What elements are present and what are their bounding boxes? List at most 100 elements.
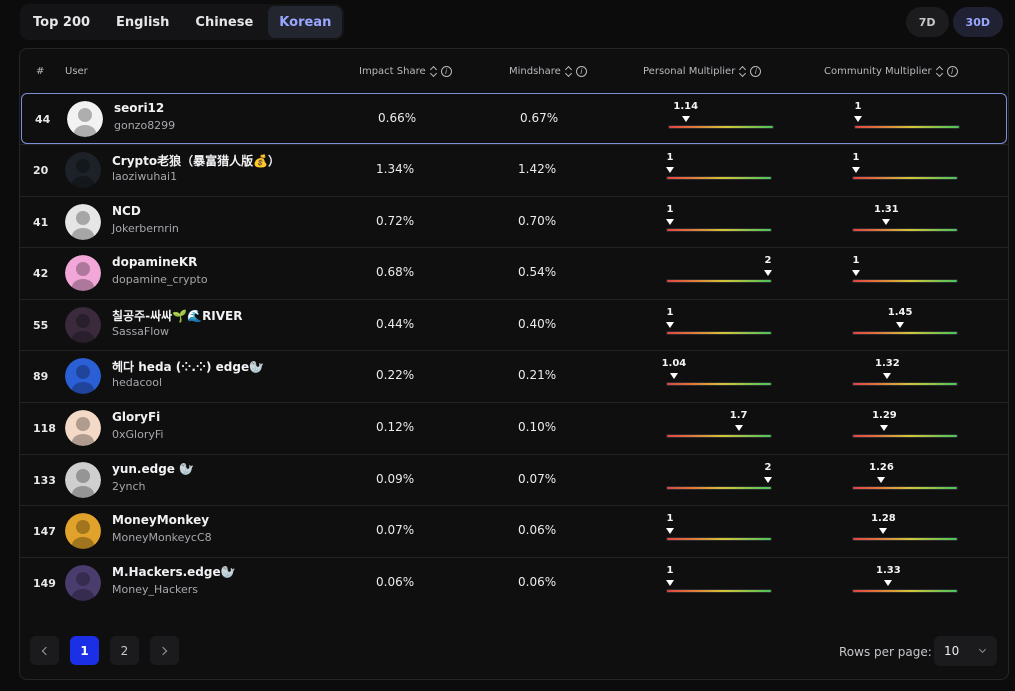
next-page-button[interactable] xyxy=(150,636,179,665)
table-row[interactable]: 42 dopamineKR dopamine_crypto 0.68% 0.54… xyxy=(20,247,1008,299)
period-7d-button[interactable]: 7D xyxy=(905,7,949,37)
avatar[interactable] xyxy=(65,564,101,601)
info-icon[interactable]: i xyxy=(440,66,452,77)
multiplier-bar xyxy=(852,279,958,284)
user-name[interactable]: MoneyMonkey xyxy=(112,513,209,527)
col-mind-header[interactable]: Mindshare i xyxy=(509,66,587,77)
rank-cell: 133 xyxy=(33,473,56,487)
impact-share-cell: 0.72% xyxy=(376,213,415,228)
avatar[interactable] xyxy=(65,461,101,498)
community-multiplier-value: 1 xyxy=(852,152,860,163)
user-name[interactable]: dopamineKR xyxy=(112,255,197,269)
mindshare-cell: 0.70% xyxy=(518,213,557,228)
sort-icon[interactable] xyxy=(739,66,746,77)
user-name[interactable]: 칠공주-싸싸🌱🌊RIVER xyxy=(112,307,243,324)
multiplier-bar xyxy=(852,227,958,232)
sort-icon[interactable] xyxy=(565,66,572,77)
page-1-button[interactable]: 1 xyxy=(70,636,99,665)
sort-icon[interactable] xyxy=(936,66,943,77)
community-multiplier-value: 1.32 xyxy=(875,358,900,370)
impact-share-cell: 0.09% xyxy=(376,471,415,486)
info-icon[interactable]: i xyxy=(750,66,762,77)
marker-icon xyxy=(681,116,690,122)
sort-icon[interactable] xyxy=(430,66,437,77)
mindshare-cell: 0.54% xyxy=(518,265,557,280)
community-multiplier-gauge: 1 xyxy=(852,255,958,289)
personal-multiplier-value: 1.04 xyxy=(661,358,687,370)
table-row[interactable]: 118 GloryFi 0xGloryFi 0.12% 0.10% 1.7 1.… xyxy=(20,401,1008,454)
multiplier-bar xyxy=(666,433,772,438)
user-handle: SassaFlow xyxy=(112,324,170,338)
multiplier-bar xyxy=(666,330,772,335)
rank-cell: 118 xyxy=(33,421,56,435)
table-row[interactable]: 89 헤다 heda (⁘.⁘) edge🦭 hedacool 0.22% 0.… xyxy=(20,350,1008,402)
col-user-label: User xyxy=(65,66,88,77)
table-row[interactable]: 149 M.Hackers.edge🦭 Money_Hackers 0.06% … xyxy=(20,556,1008,609)
table-row[interactable]: 147 MoneyMonkey MoneyMonkeycC8 0.07% 0.0… xyxy=(20,505,1008,557)
col-community-label: Community Multiplier xyxy=(824,66,932,77)
chevron-right-icon xyxy=(158,646,168,655)
marker-icon xyxy=(883,373,892,380)
user-name[interactable]: M.Hackers.edge🦭 xyxy=(112,565,236,579)
marker-icon xyxy=(666,321,674,328)
community-multiplier-gauge: 1 xyxy=(852,152,958,186)
rows-per-page-select[interactable]: 10 xyxy=(934,636,997,666)
col-rank-label: # xyxy=(36,66,45,77)
multiplier-bar xyxy=(666,382,772,387)
marker-icon xyxy=(669,373,678,380)
info-icon[interactable]: i xyxy=(575,66,587,77)
col-personal-label: Personal Multiplier xyxy=(643,66,736,77)
col-community-header[interactable]: Community Multiplier i xyxy=(824,66,958,77)
table-row[interactable]: 20 Crypto老狼（暴富猎人版💰） laoziwuhai1 1.34% 1.… xyxy=(20,144,1008,196)
user-name[interactable]: NCD xyxy=(112,204,141,218)
table-row[interactable]: 44 seori12 gonzo8299 0.66% 0.67% 1.14 1 xyxy=(21,93,1007,144)
tab-top-200[interactable]: Top 200 xyxy=(22,6,101,38)
user-name[interactable]: yun.edge 🦭 xyxy=(112,462,194,476)
user-name[interactable]: 헤다 heda (⁘.⁘) edge🦭 xyxy=(112,358,264,375)
tab-korean[interactable]: Korean xyxy=(268,6,343,38)
period-30d-button[interactable]: 30D xyxy=(952,7,1003,37)
personal-multiplier-value: 1.7 xyxy=(729,409,748,421)
prev-page-button[interactable] xyxy=(30,636,59,665)
avatar[interactable] xyxy=(65,203,101,240)
rank-cell: 55 xyxy=(33,318,49,332)
avatar[interactable] xyxy=(65,255,101,292)
marker-icon xyxy=(666,167,674,173)
impact-share-cell: 0.06% xyxy=(376,574,415,589)
page-2-button[interactable]: 2 xyxy=(110,636,139,665)
tab-chinese[interactable]: Chinese xyxy=(184,6,264,38)
personal-multiplier-gauge: 2 xyxy=(666,255,772,289)
personal-multiplier-value: 1 xyxy=(666,152,674,163)
user-name[interactable]: seori12 xyxy=(114,101,164,115)
col-personal-header[interactable]: Personal Multiplier i xyxy=(643,66,762,77)
avatar[interactable] xyxy=(67,101,103,137)
table-header: # User Impact Share i Mindshare i Personal… xyxy=(20,49,1008,93)
table-row[interactable]: 55 칠공주-싸싸🌱🌊RIVER SassaFlow 0.44% 0.40% 1… xyxy=(20,298,1008,351)
marker-icon xyxy=(764,270,772,277)
multiplier-bar xyxy=(852,330,958,335)
mindshare-cell: 1.42% xyxy=(518,162,557,176)
tab-english[interactable]: English xyxy=(105,6,180,38)
avatar[interactable] xyxy=(65,513,101,550)
info-icon[interactable]: i xyxy=(946,66,958,77)
table-row[interactable]: 133 yun.edge 🦭 2ynch 0.09% 0.07% 2 1.26 xyxy=(20,453,1008,506)
avatar[interactable] xyxy=(65,152,101,188)
col-impact-header[interactable]: Impact Share i xyxy=(359,66,452,77)
user-name[interactable]: GloryFi xyxy=(112,410,160,424)
personal-multiplier-gauge: 1.14 xyxy=(668,101,774,135)
marker-icon xyxy=(879,528,888,535)
avatar[interactable] xyxy=(65,409,101,446)
user-handle: dopamine_crypto xyxy=(112,273,208,287)
table-row[interactable]: 41 NCD Jokerbernrin 0.72% 0.70% 1 1.31 xyxy=(20,195,1008,248)
pagination: 1 2 xyxy=(30,636,179,665)
community-multiplier-gauge: 1.29 xyxy=(852,410,958,444)
multiplier-bar xyxy=(852,176,958,180)
avatar[interactable] xyxy=(65,306,101,343)
chevron-down-icon xyxy=(978,645,987,654)
community-multiplier-gauge: 1.26 xyxy=(852,462,958,496)
marker-icon xyxy=(852,167,860,173)
personal-multiplier-gauge: 2 xyxy=(666,462,772,496)
avatar[interactable] xyxy=(65,358,101,395)
multiplier-bar xyxy=(666,485,772,490)
user-name[interactable]: Crypto老狼（暴富猎人版💰） xyxy=(112,152,280,169)
